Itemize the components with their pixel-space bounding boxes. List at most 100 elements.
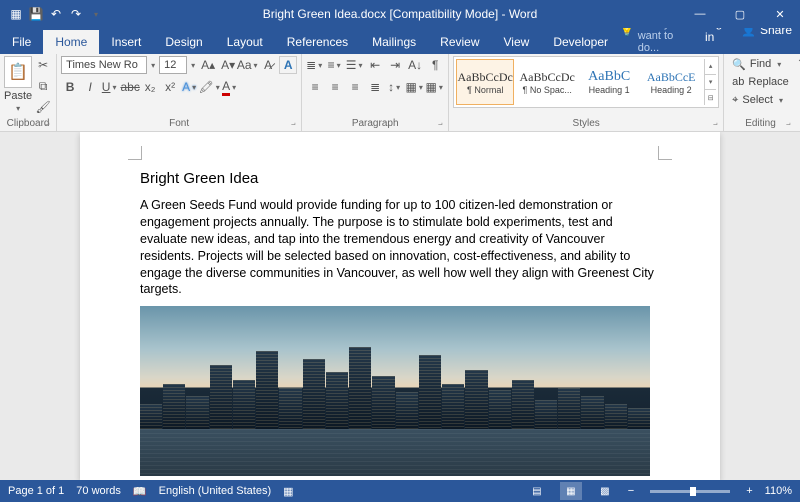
macro-icon[interactable]: ▦: [283, 485, 293, 498]
web-layout-button[interactable]: ▩: [594, 482, 616, 500]
qat-customize-icon[interactable]: ▾: [88, 6, 104, 22]
change-case-icon[interactable]: Aa▾: [239, 56, 257, 74]
word-count[interactable]: 70 words: [76, 485, 121, 497]
font-name-dropdown-icon[interactable]: ▾: [149, 61, 157, 70]
save-icon[interactable]: 💾: [28, 6, 44, 22]
tab-developer[interactable]: Developer: [541, 30, 620, 54]
group-label-clipboard: Clipboard: [4, 118, 52, 131]
tab-mailings[interactable]: Mailings: [360, 30, 428, 54]
shading-button[interactable]: ▦▾: [406, 78, 424, 96]
close-button[interactable]: ✕: [760, 0, 800, 28]
minimize-button[interactable]: ―: [680, 0, 720, 28]
ribbon: 📋 Paste ▾ ✂ ⧉ 🖌 Clipboard Times New Ro▾ …: [0, 54, 800, 132]
paste-icon[interactable]: 📋: [4, 56, 32, 88]
multilevel-button[interactable]: ☰▾: [346, 56, 364, 74]
group-styles: AaBbCcDc ¶ Normal AaBbCcDc ¶ No Spac... …: [449, 54, 724, 131]
find-button[interactable]: 🔍Find▾: [728, 56, 787, 72]
bold-button[interactable]: B: [61, 78, 79, 96]
tab-references[interactable]: References: [275, 30, 360, 54]
clear-formatting-icon[interactable]: A̷: [259, 56, 277, 74]
select-icon: ⌖: [732, 94, 738, 107]
find-icon: 🔍: [732, 58, 746, 71]
group-font: Times New Ro▾ 12▾ A▴ A▾ Aa▾ A̷ A B I U▾ …: [57, 54, 302, 131]
justify-button[interactable]: ≣: [366, 78, 384, 96]
skyline-graphic: [140, 347, 650, 429]
spellcheck-icon[interactable]: 📖: [133, 485, 147, 498]
language-indicator[interactable]: English (United States): [159, 485, 272, 497]
gallery-up-icon[interactable]: ▴: [705, 59, 716, 75]
group-label-paragraph: Paragraph: [306, 118, 444, 131]
text-effects-icon[interactable]: A: [279, 56, 297, 74]
zoom-level[interactable]: 110%: [765, 485, 792, 497]
style-heading-2[interactable]: AaBbCcE Heading 2: [642, 59, 700, 105]
tab-review[interactable]: Review: [428, 30, 491, 54]
select-button[interactable]: ⌖Select▾: [728, 92, 789, 108]
tab-file[interactable]: File: [0, 30, 43, 54]
group-label-font: Font: [61, 118, 297, 131]
style-normal[interactable]: AaBbCcDc ¶ Normal: [456, 59, 514, 105]
zoom-out-button[interactable]: −: [628, 485, 634, 497]
style-heading-1[interactable]: AaBbC Heading 1: [580, 59, 638, 105]
document-title[interactable]: Bright Green Idea: [140, 170, 660, 187]
water-graphic: [140, 429, 650, 477]
bullets-button[interactable]: ≣▾: [306, 56, 324, 74]
group-editing: 🔍Find▾ abReplace ⌖Select▾ Editing: [724, 54, 797, 131]
maximize-button[interactable]: ▢: [720, 0, 760, 28]
zoom-slider[interactable]: [650, 490, 730, 493]
underline-button[interactable]: U▾: [101, 78, 119, 96]
align-center-button[interactable]: ≡: [326, 78, 344, 96]
shrink-font-icon[interactable]: A▾: [219, 56, 237, 74]
font-size-dropdown-icon[interactable]: ▾: [189, 61, 197, 70]
document-body[interactable]: A Green Seeds Fund would provide funding…: [140, 197, 660, 298]
superscript-button[interactable]: x²: [161, 78, 179, 96]
tab-design[interactable]: Design: [153, 30, 214, 54]
print-layout-button[interactable]: ▦: [560, 482, 582, 500]
font-name-select[interactable]: Times New Ro: [61, 56, 147, 74]
text-effects-button[interactable]: A▾: [181, 78, 199, 96]
app-icon: ▦: [8, 6, 24, 22]
tab-home[interactable]: Home: [43, 30, 99, 54]
grow-font-icon[interactable]: A▴: [199, 56, 217, 74]
tab-view[interactable]: View: [492, 30, 542, 54]
line-spacing-button[interactable]: ↕▾: [386, 78, 404, 96]
copy-icon[interactable]: ⧉: [34, 77, 52, 95]
ribbon-tabs: File Home Insert Design Layout Reference…: [0, 28, 800, 54]
align-right-button[interactable]: ≡: [346, 78, 364, 96]
document-image[interactable]: [140, 306, 650, 476]
redo-icon[interactable]: ↷: [68, 6, 84, 22]
borders-button[interactable]: ▦▾: [426, 78, 444, 96]
margin-mark: [658, 146, 672, 160]
font-color-button[interactable]: A▾: [221, 78, 239, 96]
replace-icon: ab: [732, 76, 744, 88]
replace-button[interactable]: abReplace: [728, 74, 793, 90]
styles-gallery[interactable]: AaBbCcDc ¶ Normal AaBbCcDc ¶ No Spac... …: [453, 56, 719, 108]
statusbar: Page 1 of 1 70 words 📖 English (United S…: [0, 480, 800, 502]
increase-indent-button[interactable]: ⇥: [386, 56, 404, 74]
font-size-select[interactable]: 12: [159, 56, 187, 74]
strikethrough-button[interactable]: abc: [121, 78, 139, 96]
gallery-down-icon[interactable]: ▾: [705, 75, 716, 91]
sort-button[interactable]: A↓: [406, 56, 424, 74]
subscript-button[interactable]: x₂: [141, 78, 159, 96]
highlight-button[interactable]: 🖍▾: [201, 78, 219, 96]
document-area[interactable]: Bright Green Idea A Green Seeds Fund wou…: [0, 132, 800, 480]
zoom-in-button[interactable]: +: [746, 485, 752, 497]
decrease-indent-button[interactable]: ⇤: [366, 56, 384, 74]
gallery-expand-icon[interactable]: ⊟: [705, 90, 716, 105]
page-indicator[interactable]: Page 1 of 1: [8, 485, 64, 497]
group-label-styles: Styles: [453, 118, 719, 131]
align-left-button[interactable]: ≡: [306, 78, 324, 96]
styles-gallery-scroll[interactable]: ▴ ▾ ⊟: [704, 59, 716, 105]
read-mode-button[interactable]: ▤: [526, 482, 548, 500]
tab-insert[interactable]: Insert: [99, 30, 153, 54]
show-marks-button[interactable]: ¶: [426, 56, 444, 74]
italic-button[interactable]: I: [81, 78, 99, 96]
page[interactable]: Bright Green Idea A Green Seeds Fund wou…: [80, 132, 720, 480]
format-painter-icon[interactable]: 🖌: [34, 98, 52, 116]
tab-layout[interactable]: Layout: [215, 30, 275, 54]
paste-button[interactable]: Paste ▾: [4, 90, 32, 114]
cut-icon[interactable]: ✂: [34, 56, 52, 74]
style-no-spacing[interactable]: AaBbCcDc ¶ No Spac...: [518, 59, 576, 105]
numbering-button[interactable]: ≡▾: [326, 56, 344, 74]
undo-icon[interactable]: ↶: [48, 6, 64, 22]
